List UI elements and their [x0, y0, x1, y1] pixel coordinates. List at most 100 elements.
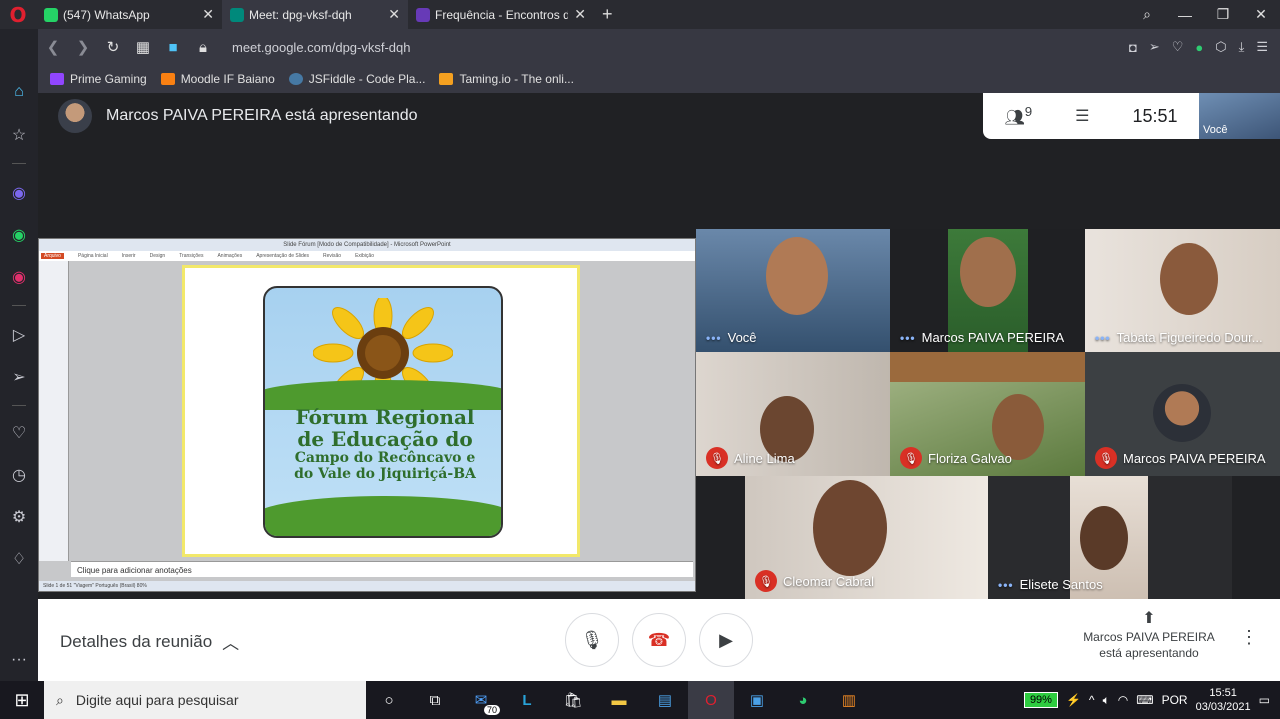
- cortana-icon[interactable]: ○: [366, 681, 412, 719]
- bulb-icon[interactable]: ♢: [0, 549, 38, 569]
- minimize-button[interactable]: —: [1166, 7, 1204, 23]
- app-l-icon[interactable]: L: [504, 681, 550, 719]
- new-tab-button[interactable]: +: [594, 4, 621, 25]
- tab-forms[interactable]: Frequência - Encontros do ✕: [408, 0, 594, 29]
- battery-indicator[interactable]: 99%: [1023, 692, 1058, 708]
- keyboard-icon[interactable]: ⌨: [1136, 693, 1153, 707]
- more-icon[interactable]: ···: [0, 651, 38, 669]
- ribbon-tab: Transições: [179, 253, 204, 259]
- more-options-button[interactable]: ⋮: [1240, 627, 1258, 648]
- language-indicator[interactable]: POR: [1162, 693, 1188, 707]
- instagram-icon[interactable]: ◉: [0, 267, 38, 287]
- meeting-details-button[interactable]: Detalhes da reunião ︿: [60, 629, 239, 654]
- more-icon[interactable]: •••: [706, 331, 722, 345]
- close-window-button[interactable]: ✕: [1242, 6, 1280, 23]
- opera-icon[interactable]: O: [688, 681, 734, 719]
- participant-tile[interactable]: ••• Tabata Figueiredo Dour...: [1085, 229, 1280, 352]
- tab-meet[interactable]: Meet: dpg-vksf-dqh ✕: [222, 0, 408, 29]
- bookmark-label: Taming.io - The onli...: [459, 72, 574, 86]
- ribbon-tab: Animações: [217, 253, 243, 259]
- more-icon[interactable]: •••: [900, 331, 916, 345]
- participant-tile[interactable]: 🎙︎ Cleomar Cabral: [745, 476, 988, 599]
- snapshot-icon[interactable]: ◘: [1129, 40, 1137, 55]
- send-icon[interactable]: ➢: [1149, 39, 1160, 55]
- search-icon[interactable]: ⌕: [1128, 6, 1166, 23]
- menu-icon[interactable]: ☰: [1256, 39, 1268, 55]
- shared-screen: Slide Fórum [Modo de Compatibilidade] - …: [38, 238, 696, 592]
- windows-start-icon[interactable]: ⊞: [0, 690, 44, 711]
- volume-icon[interactable]: 🔈︎: [1103, 693, 1110, 708]
- more-icon[interactable]: •••: [998, 578, 1014, 592]
- close-icon[interactable]: ✕: [388, 6, 400, 23]
- forms-icon: [416, 7, 430, 22]
- star-icon[interactable]: ☆: [0, 125, 38, 145]
- edge-icon[interactable]: ◕: [780, 681, 826, 719]
- back-button[interactable]: ❮: [38, 38, 68, 56]
- close-icon[interactable]: ✕: [202, 6, 214, 23]
- url-field[interactable]: meet.google.com/dpg-vksf-dqh: [232, 40, 410, 55]
- presenter-text: Marcos PAIVA PEREIRA está apresentando: [106, 107, 418, 124]
- bookmark-prime-gaming[interactable]: Prime Gaming: [50, 72, 147, 86]
- reload-button[interactable]: ↻: [98, 38, 128, 56]
- camera-button[interactable]: ▶: [699, 613, 753, 667]
- pdf-icon[interactable]: ▥: [826, 681, 872, 719]
- player-icon[interactable]: ▷: [0, 325, 38, 345]
- file-explorer-icon[interactable]: ▬: [596, 681, 642, 719]
- download-icon[interactable]: ⤓: [1239, 39, 1245, 55]
- cloud-icon: [288, 73, 303, 85]
- mic-button[interactable]: 🎙︎: [565, 613, 619, 667]
- close-icon[interactable]: ✕: [574, 6, 586, 23]
- cube-icon[interactable]: ⬡: [1215, 39, 1226, 55]
- bookmark-jsfiddle[interactable]: JSFiddle - Code Pla...: [288, 72, 425, 86]
- participant-tile[interactable]: 🎙︎ Marcos PAIVA PEREIRA: [1085, 352, 1280, 476]
- tab-whatsapp[interactable]: (547) WhatsApp ✕: [36, 0, 222, 29]
- wifi-icon[interactable]: ◠: [1118, 693, 1128, 707]
- people-button[interactable]: 👥︎9: [1004, 104, 1032, 127]
- divider: [12, 405, 26, 406]
- participant-tile[interactable]: 🎙︎ Floriza Galvao: [890, 352, 1085, 476]
- chat-button[interactable]: ☰: [1075, 106, 1089, 126]
- settings-icon[interactable]: ⚙: [0, 507, 38, 527]
- opera-logo-icon[interactable]: O: [0, 0, 36, 29]
- store-icon[interactable]: 🛍︎: [550, 681, 596, 719]
- home-icon[interactable]: ⌂: [0, 83, 38, 101]
- participant-tile[interactable]: 🎙︎ Aline Lima: [696, 352, 890, 476]
- participant-tile[interactable]: ••• Você: [696, 229, 890, 352]
- self-thumbnail[interactable]: Você: [1199, 93, 1280, 139]
- forward-button[interactable]: ❯: [68, 38, 98, 56]
- more-icon[interactable]: •••: [1095, 331, 1111, 345]
- participant-label: Elisete Santos: [1019, 577, 1103, 592]
- mic-off-icon: 🎙︎: [755, 570, 777, 592]
- participant-name: 🎙︎ Cleomar Cabral: [755, 570, 874, 592]
- mail-icon[interactable]: ✉ 70: [458, 681, 504, 719]
- axe-icon: [439, 73, 454, 85]
- heart-icon[interactable]: ♡: [0, 423, 38, 443]
- participant-tile[interactable]: ••• Elisete Santos: [988, 476, 1232, 599]
- heart-icon[interactable]: ♡: [1172, 39, 1184, 55]
- logo-line: Fórum Regional: [295, 405, 475, 429]
- ribbon-tab: Página Inicial: [77, 253, 108, 259]
- photos-icon[interactable]: ▣: [734, 681, 780, 719]
- speed-dial-icon[interactable]: ▦: [128, 38, 158, 56]
- participant-tile[interactable]: ••• Marcos PAIVA PEREIRA: [890, 229, 1085, 352]
- task-view-icon[interactable]: ⧉: [412, 681, 458, 719]
- document-icon[interactable]: ▤: [642, 681, 688, 719]
- messenger-icon[interactable]: ◉: [0, 183, 38, 203]
- taskbar-search[interactable]: ⌕ Digite aqui para pesquisar: [44, 681, 366, 719]
- bookmark-moodle[interactable]: Moodle IF Baiano: [160, 72, 275, 86]
- whatsapp-icon[interactable]: ◉: [0, 225, 38, 245]
- end-call-button[interactable]: ☎︎: [632, 613, 686, 667]
- camera-icon[interactable]: ■: [158, 39, 188, 56]
- send-icon[interactable]: ➢: [0, 367, 38, 387]
- participants-count: 9: [1024, 104, 1033, 120]
- power-icon[interactable]: ⚡: [1066, 693, 1081, 707]
- maximize-button[interactable]: ❐: [1204, 6, 1242, 23]
- account-icon[interactable]: ●: [1195, 40, 1203, 55]
- bookmark-taming[interactable]: Taming.io - The onli...: [439, 72, 574, 86]
- notification-icon[interactable]: ▭: [1259, 693, 1270, 707]
- presenting-label: Marcos PAIVA PEREIRA está apresentando: [1083, 630, 1215, 660]
- chevron-up-icon[interactable]: ^: [1089, 693, 1095, 707]
- history-icon[interactable]: ◷: [0, 465, 38, 485]
- presenting-status[interactable]: ⬆ Marcos PAIVA PEREIRA está apresentando: [1074, 611, 1224, 661]
- taskbar-clock[interactable]: 15:51 03/03/2021: [1196, 686, 1251, 714]
